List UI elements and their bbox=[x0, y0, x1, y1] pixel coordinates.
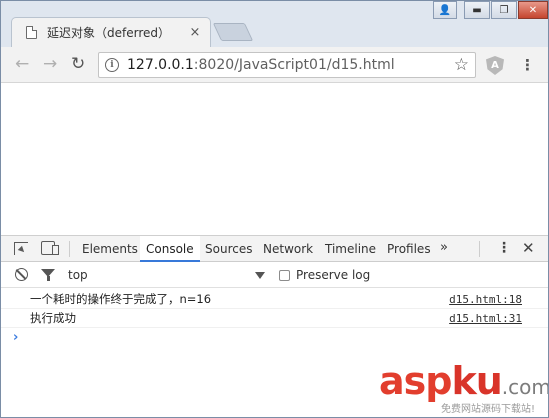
browser-window: 延迟对象（deferred） × 👤 ▬ ❐ ✕ ← → ↻ i 127.0.0… bbox=[0, 0, 549, 418]
user-icon[interactable]: 👤 bbox=[433, 1, 457, 19]
devtools-tab-bar: Elements Console Sources Network Timelin… bbox=[1, 236, 548, 262]
tab-console[interactable]: Console bbox=[140, 236, 200, 262]
close-window-button[interactable]: ✕ bbox=[518, 1, 548, 19]
more-tabs-icon[interactable]: » bbox=[440, 240, 448, 255]
preserve-log-toggle[interactable]: Preserve log bbox=[279, 268, 370, 282]
page-viewport bbox=[1, 83, 548, 235]
watermark-asp: asp bbox=[379, 359, 452, 403]
console-prompt[interactable]: › bbox=[1, 328, 548, 348]
document-icon bbox=[26, 26, 37, 39]
bookmark-star-icon[interactable]: ☆ bbox=[454, 55, 469, 75]
url-text: 127.0.0.1:8020/JavaScript01/d15.html bbox=[127, 57, 395, 73]
divider bbox=[69, 241, 70, 257]
inspect-element-icon[interactable] bbox=[14, 242, 28, 255]
address-bar[interactable]: i 127.0.0.1:8020/JavaScript01/d15.html ☆ bbox=[98, 52, 476, 78]
tab-timeline[interactable]: Timeline bbox=[319, 236, 382, 262]
clear-console-icon[interactable] bbox=[15, 268, 28, 281]
console-message: 执行成功 d15.html:31 bbox=[1, 309, 548, 328]
url-host: 127.0.0.1 bbox=[127, 57, 194, 73]
context-select[interactable]: top bbox=[68, 262, 268, 288]
new-tab-button[interactable] bbox=[212, 23, 254, 41]
tab-strip: 延迟对象（deferred） × 👤 ▬ ❐ ✕ bbox=[1, 1, 548, 47]
console-message: 一个耗时的操作终于完成了，n=16 d15.html:18 bbox=[1, 290, 548, 309]
tab-close-icon[interactable]: × bbox=[188, 25, 202, 40]
back-arrow-icon[interactable]: ← bbox=[15, 55, 29, 73]
window-controls: 👤 ▬ ❐ ✕ bbox=[432, 1, 548, 21]
watermark-subtitle: 免费网站源码下载站! bbox=[441, 404, 536, 415]
devtools-menu-icon[interactable]: ⋮ bbox=[497, 240, 511, 256]
info-icon[interactable]: i bbox=[105, 58, 119, 72]
devtools-close-icon[interactable]: ✕ bbox=[522, 239, 535, 257]
watermark-logo: aspku.com 免费网站源码下载站! bbox=[379, 359, 549, 417]
tab-profiles[interactable]: Profiles bbox=[381, 236, 437, 262]
preserve-log-label: Preserve log bbox=[296, 268, 371, 282]
maximize-button[interactable]: ❐ bbox=[491, 1, 517, 19]
message-source-link[interactable]: d15.html:18 bbox=[449, 290, 522, 309]
filter-icon[interactable] bbox=[41, 269, 55, 281]
url-path: :8020/JavaScript01/d15.html bbox=[193, 57, 395, 73]
device-mode-icon[interactable] bbox=[41, 241, 59, 255]
tab-sources[interactable]: Sources bbox=[199, 236, 258, 262]
message-source-link[interactable]: d15.html:31 bbox=[449, 309, 522, 328]
preserve-log-checkbox[interactable] bbox=[279, 269, 290, 281]
prompt-chevron-icon: › bbox=[13, 330, 19, 345]
console-toolbar: top Preserve log bbox=[1, 262, 548, 288]
browser-tab[interactable]: 延迟对象（deferred） × bbox=[11, 17, 211, 47]
browser-menu-icon[interactable]: ⋮ bbox=[520, 55, 535, 75]
tab-elements[interactable]: Elements bbox=[76, 236, 144, 262]
minimize-button[interactable]: ▬ bbox=[464, 1, 490, 19]
tab-title: 延迟对象（deferred） bbox=[47, 26, 171, 40]
extension-shield-icon[interactable]: A bbox=[486, 56, 504, 75]
watermark-com: .com bbox=[501, 375, 549, 399]
tab-network[interactable]: Network bbox=[257, 236, 319, 262]
forward-arrow-icon[interactable]: → bbox=[43, 55, 57, 73]
console-messages: 一个耗时的操作终于完成了，n=16 d15.html:18 执行成功 d15.h… bbox=[1, 288, 548, 348]
message-text: 执行成功 bbox=[30, 311, 76, 325]
message-text: 一个耗时的操作终于完成了，n=16 bbox=[30, 292, 212, 306]
browser-toolbar: ← → ↻ i 127.0.0.1:8020/JavaScript01/d15.… bbox=[1, 47, 548, 83]
divider bbox=[479, 241, 480, 257]
reload-icon[interactable]: ↻ bbox=[71, 55, 85, 73]
dropdown-arrow-icon[interactable] bbox=[255, 272, 265, 279]
watermark-ku: ku bbox=[451, 359, 502, 403]
